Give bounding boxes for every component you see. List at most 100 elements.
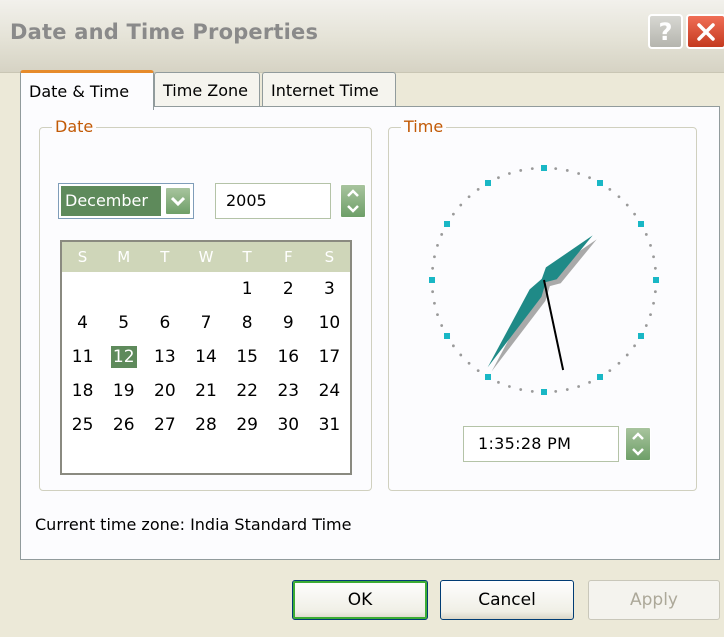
minute-dot [652, 255, 655, 259]
minute-dot [519, 169, 523, 172]
minute-dot [565, 388, 569, 391]
help-button[interactable]: ? [648, 14, 683, 49]
minute-dot [617, 361, 621, 365]
calendar-day-label: 31 [318, 415, 341, 435]
analog-clock [429, 165, 659, 395]
minute-dot [625, 203, 629, 207]
calendar-day[interactable]: 9 [268, 306, 309, 340]
calendar-empty-cell [144, 272, 185, 306]
minute-dot [440, 324, 444, 327]
calendar-day-label: 2 [282, 279, 294, 299]
calendar-day[interactable]: 4 [62, 306, 103, 340]
time-input[interactable]: 1:35:28 PM [463, 426, 619, 462]
calendar[interactable]: S M T W T F S 1 2 3 4 5 6 7 8 9 10 11 12 13 14 15 16 17 1… [60, 240, 352, 475]
hour-marker [637, 221, 644, 227]
calendar-day-label: 9 [282, 313, 294, 333]
minute-dot [649, 313, 652, 317]
minute-dot [644, 324, 648, 327]
calendar-day[interactable]: 8 [227, 306, 268, 340]
tab-label: Internet Time [271, 81, 379, 100]
calendar-day[interactable]: 10 [309, 306, 350, 340]
minute-dot [577, 172, 581, 175]
ok-button[interactable]: OK [292, 580, 428, 620]
tab-label: Date & Time [29, 82, 130, 101]
calendar-day[interactable]: 15 [227, 340, 268, 374]
minute-dot [436, 243, 439, 247]
calendar-day[interactable]: 31 [309, 408, 350, 442]
calendar-day-label: 22 [236, 381, 258, 401]
calendar-day[interactable]: 26 [103, 408, 144, 442]
calendar-day[interactable]: 20 [144, 374, 185, 408]
weekday-label: M [117, 248, 131, 266]
title-bar[interactable]: Date and Time Properties ? [0, 0, 724, 73]
calendar-day[interactable]: 21 [185, 374, 226, 408]
calendar-day[interactable]: 13 [144, 340, 185, 374]
calendar-day-label: 11 [71, 347, 94, 367]
calendar-day-label: 16 [277, 347, 300, 367]
calendar-day[interactable]: 23 [268, 374, 309, 408]
calendar-day[interactable]: 7 [185, 306, 226, 340]
calendar-day[interactable]: 6 [144, 306, 185, 340]
calendar-empty-cell [103, 272, 144, 306]
calendar-day-label: 10 [318, 313, 341, 333]
calendar-day-label: 5 [118, 313, 130, 333]
month-dropdown-button[interactable] [165, 187, 191, 215]
minute-dot [530, 167, 534, 171]
hour-marker [485, 373, 491, 380]
calendar-day-label: 29 [236, 415, 258, 435]
year-input[interactable]: 2005 [215, 183, 331, 219]
calendar-day[interactable]: 17 [309, 340, 350, 374]
chevron-up-icon [632, 432, 644, 440]
year-spinner[interactable] [340, 184, 366, 218]
calendar-day[interactable]: 19 [103, 374, 144, 408]
minute-dot [577, 385, 581, 388]
weekday-label: W [198, 248, 214, 266]
calendar-day[interactable]: 5 [103, 306, 144, 340]
calendar-day-label: 1 [241, 279, 253, 299]
calendar-day[interactable]: 16 [268, 340, 309, 374]
minute-dot [652, 301, 655, 305]
minute-dot [451, 212, 455, 216]
calendar-day[interactable]: 29 [227, 408, 268, 442]
minute-dot [467, 195, 471, 199]
calendar-day-label: 3 [324, 279, 335, 299]
hour-marker [597, 180, 603, 187]
calendar-day-label: 18 [71, 381, 94, 401]
minute-dot [625, 353, 629, 357]
minute-dot [497, 176, 500, 180]
close-button[interactable] [686, 14, 724, 49]
minute-dot [440, 233, 444, 236]
calendar-day[interactable]: 12 [103, 340, 144, 374]
tab-date-time[interactable]: Date & Time [20, 70, 154, 110]
chevron-down-icon [632, 448, 644, 456]
calendar-day[interactable]: 2 [268, 272, 309, 306]
calendar-day[interactable]: 28 [185, 408, 226, 442]
weekday-label: S [324, 248, 335, 266]
calendar-day[interactable]: 3 [309, 272, 350, 306]
calendar-day[interactable]: 1 [227, 272, 268, 306]
calendar-day[interactable]: 14 [185, 340, 226, 374]
calendar-day[interactable]: 18 [62, 374, 103, 408]
calendar-day[interactable]: 25 [62, 408, 103, 442]
hour-marker [541, 389, 547, 395]
calendar-empty-cell [62, 272, 103, 306]
apply-button[interactable]: Apply [588, 580, 720, 620]
calendar-day[interactable]: 30 [268, 408, 309, 442]
minute-dot [608, 187, 612, 191]
calendar-day[interactable]: 22 [227, 374, 268, 408]
month-dropdown[interactable]: December [58, 183, 194, 219]
tab-time-zone[interactable]: Time Zone [154, 72, 260, 108]
hour-hand [540, 235, 593, 284]
cancel-button[interactable]: Cancel [440, 580, 574, 620]
hour-marker [541, 165, 547, 171]
tab-internet-time[interactable]: Internet Time [262, 72, 396, 108]
hour-marker [597, 373, 603, 380]
calendar-day[interactable]: 27 [144, 408, 185, 442]
minute-dot [451, 344, 455, 348]
help-icon: ? [658, 17, 673, 46]
minute-dot [565, 169, 569, 172]
minute-dot [608, 369, 612, 373]
time-spinner[interactable] [625, 427, 651, 461]
calendar-day[interactable]: 24 [309, 374, 350, 408]
calendar-day[interactable]: 11 [62, 340, 103, 374]
